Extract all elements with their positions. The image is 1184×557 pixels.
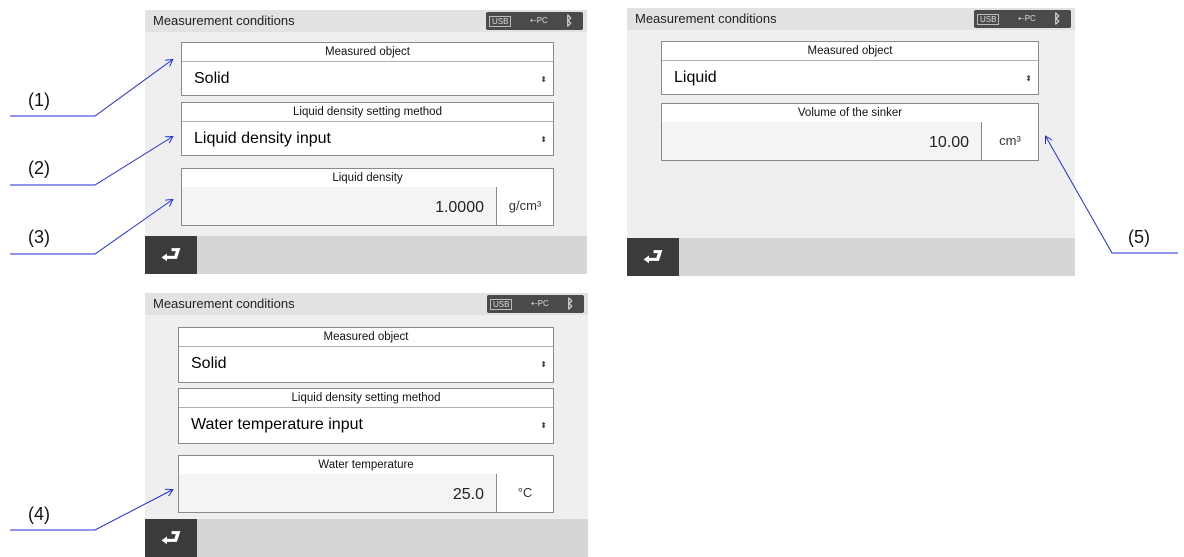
leader-line-5 (1046, 137, 1178, 254)
annotation-label-2: (2) (28, 158, 50, 178)
annotation-label-4: (4) (28, 504, 50, 524)
annotation-label-3: (3) (28, 227, 50, 247)
leader-lines (10, 0, 1178, 531)
annotation-label-1: (1) (28, 90, 50, 110)
annotation-label-5: (5) (1128, 227, 1150, 247)
